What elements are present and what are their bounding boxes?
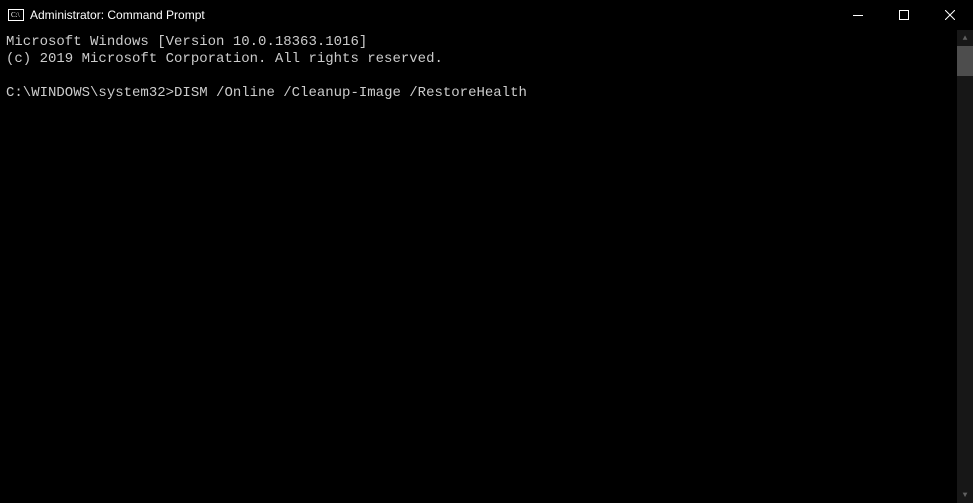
terminal-content[interactable]: Microsoft Windows [Version 10.0.18363.10… bbox=[0, 30, 957, 503]
minimize-button[interactable] bbox=[835, 0, 881, 30]
output-line-2: (c) 2019 Microsoft Corporation. All righ… bbox=[6, 51, 443, 67]
minimize-icon bbox=[853, 15, 863, 16]
maximize-icon bbox=[899, 10, 909, 20]
window-titlebar: C:\ Administrator: Command Prompt bbox=[0, 0, 973, 30]
window-title: Administrator: Command Prompt bbox=[30, 8, 205, 22]
terminal-area: Microsoft Windows [Version 10.0.18363.10… bbox=[0, 30, 973, 503]
titlebar-left: C:\ Administrator: Command Prompt bbox=[8, 7, 205, 23]
close-icon bbox=[945, 10, 955, 20]
output-line-1: Microsoft Windows [Version 10.0.18363.10… bbox=[6, 34, 367, 50]
close-button[interactable] bbox=[927, 0, 973, 30]
command-input: DISM /Online /Cleanup-Image /RestoreHeal… bbox=[174, 85, 527, 101]
prompt-path: C:\WINDOWS\system32> bbox=[6, 85, 174, 101]
window-controls bbox=[835, 0, 973, 30]
vertical-scrollbar[interactable]: ▲ ▼ bbox=[957, 30, 973, 503]
prompt-line: C:\WINDOWS\system32>DISM /Online /Cleanu… bbox=[6, 85, 527, 101]
cmd-icon: C:\ bbox=[8, 7, 24, 23]
scroll-track[interactable] bbox=[957, 46, 973, 487]
scroll-thumb[interactable] bbox=[957, 46, 973, 76]
maximize-button[interactable] bbox=[881, 0, 927, 30]
scroll-down-arrow-icon[interactable]: ▼ bbox=[957, 487, 973, 503]
svg-text:C:\: C:\ bbox=[11, 11, 20, 19]
scroll-up-arrow-icon[interactable]: ▲ bbox=[957, 30, 973, 46]
